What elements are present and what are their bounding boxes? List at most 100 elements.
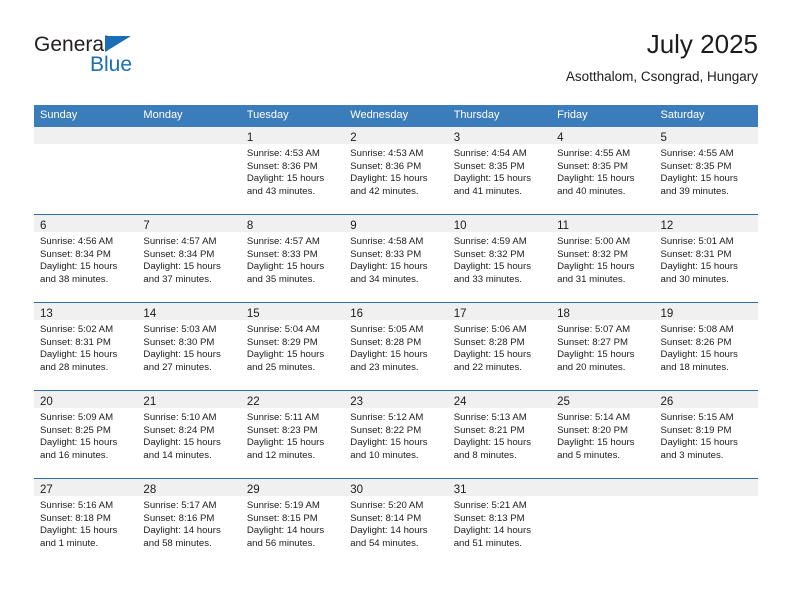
day-number-band: 11 [551, 215, 655, 232]
day-detail-line: Daylight: 15 hours [143, 261, 221, 273]
calendar-day-cell[interactable]: 27 Sunrise: 5:16 AM Sunset: 8:18 PM Dayligh… [34, 478, 138, 566]
day-detail-line: Sunset: 8:28 PM [350, 336, 422, 348]
calendar-day-cell[interactable]: 31 Sunrise: 5:21 AM Sunset: 8:13 PM Dayligh… [447, 478, 552, 566]
calendar-empty-cell [551, 478, 655, 566]
day-detail-line: Sunset: 8:19 PM [660, 424, 732, 436]
day-detail-line: Sunrise: 5:21 AM [453, 500, 527, 511]
calendar-day-cell[interactable]: 17 Sunrise: 5:06 AM Sunset: 8:28 PM Dayligh… [447, 302, 552, 391]
day-detail-line: Daylight: 15 hours [557, 173, 635, 185]
day-detail-block: Sunrise: 4:54 AM Sunset: 8:35 PM Daylight:… [448, 144, 551, 214]
day-number: 25 [557, 396, 570, 408]
day-number-band: 10 [447, 215, 552, 232]
day-detail-line: and 41 minutes. [453, 185, 522, 197]
day-detail-line: Sunrise: 4:58 AM [350, 236, 424, 247]
calendar-day-cell[interactable]: 7 Sunrise: 4:57 AM Sunset: 8:34 PM Daylight… [137, 214, 241, 303]
day-number: 7 [143, 220, 150, 232]
calendar-day-cell[interactable]: 23 Sunrise: 5:12 AM Sunset: 8:22 PM Dayligh… [344, 390, 448, 479]
day-number-band: 25 [551, 391, 655, 408]
day-detail-block: Sunrise: 5:21 AM Sunset: 8:13 PM Daylight:… [448, 496, 551, 566]
calendar-day-cell[interactable]: 28 Sunrise: 5:17 AM Sunset: 8:16 PM Dayligh… [137, 478, 241, 566]
day-number-band: 6 [34, 215, 138, 232]
calendar-day-cell[interactable]: 11 Sunrise: 5:00 AM Sunset: 8:32 PM Dayligh… [551, 214, 655, 303]
day-detail-line: Daylight: 15 hours [350, 173, 428, 185]
day-number: 6 [40, 220, 47, 232]
calendar-day-cell[interactable]: 18 Sunrise: 5:07 AM Sunset: 8:27 PM Dayligh… [551, 302, 655, 391]
day-number-band: 8 [240, 215, 345, 232]
day-detail-line: Sunrise: 4:59 AM [453, 236, 527, 247]
title-block: July 2025 Asotthalom, Csongrad, Hungary [566, 28, 758, 85]
day-detail-line: Daylight: 14 hours [453, 525, 532, 537]
day-detail-line: Daylight: 15 hours [660, 349, 738, 361]
day-detail-line: Sunset: 8:25 PM [40, 424, 111, 436]
day-detail-line: Sunrise: 5:01 AM [660, 236, 734, 247]
calendar-day-cell[interactable]: 6 Sunrise: 4:56 AM Sunset: 8:34 PM Daylight… [34, 214, 138, 303]
day-detail-block: Sunrise: 5:06 AM Sunset: 8:28 PM Daylight:… [448, 320, 551, 390]
day-detail-block: Sunrise: 5:04 AM Sunset: 8:29 PM Daylight:… [241, 320, 344, 390]
calendar-day-cell[interactable]: 21 Sunrise: 5:10 AM Sunset: 8:24 PM Dayligh… [137, 390, 241, 479]
day-detail-line: Sunrise: 5:09 AM [40, 412, 114, 423]
weekday-header-wednesday: Wednesday [344, 105, 448, 127]
day-detail-line: Daylight: 15 hours [40, 349, 118, 361]
calendar-day-cell[interactable]: 12 Sunrise: 5:01 AM Sunset: 8:31 PM Dayligh… [654, 214, 758, 303]
calendar-day-cell[interactable]: 1 Sunrise: 4:53 AM Sunset: 8:36 PM Daylight… [240, 127, 345, 215]
calendar-day-cell[interactable]: 16 Sunrise: 5:05 AM Sunset: 8:28 PM Dayligh… [344, 302, 448, 391]
calendar-day-cell[interactable]: 2 Sunrise: 4:53 AM Sunset: 8:36 PM Daylight… [344, 127, 448, 215]
day-number: 15 [246, 308, 260, 320]
day-number: 29 [246, 484, 260, 496]
day-detail-block: Sunrise: 4:59 AM Sunset: 8:32 PM Daylight:… [448, 232, 551, 302]
calendar-day-cell[interactable]: 14 Sunrise: 5:03 AM Sunset: 8:30 PM Dayligh… [137, 302, 241, 391]
day-detail-line: and 18 minutes. [660, 361, 729, 373]
calendar-day-cell[interactable]: 26 Sunrise: 5:15 AM Sunset: 8:19 PM Dayligh… [654, 390, 758, 479]
day-detail-line: Sunset: 8:21 PM [453, 424, 525, 436]
day-detail-line: and 38 minutes. [40, 273, 109, 285]
calendar-day-cell[interactable]: 8 Sunrise: 4:57 AM Sunset: 8:33 PM Daylight… [240, 214, 345, 303]
day-detail-line: Sunset: 8:20 PM [557, 424, 629, 436]
day-detail-block: Sunrise: 5:08 AM Sunset: 8:26 PM Daylight:… [655, 320, 758, 390]
day-number: 14 [143, 308, 157, 320]
day-number-band: 18 [551, 303, 655, 320]
calendar-day-cell[interactable]: 22 Sunrise: 5:11 AM Sunset: 8:23 PM Dayligh… [240, 390, 345, 479]
day-number-band [34, 127, 138, 144]
calendar-day-cell[interactable]: 25 Sunrise: 5:14 AM Sunset: 8:20 PM Dayligh… [551, 390, 655, 479]
day-detail-block [551, 496, 654, 566]
day-detail-block: Sunrise: 5:16 AM Sunset: 8:18 PM Daylight:… [34, 496, 137, 566]
day-number-band: 5 [654, 127, 758, 144]
day-detail-line: and 16 minutes. [40, 449, 109, 461]
day-detail-line: and 54 minutes. [350, 537, 419, 549]
day-number-band: 31 [447, 479, 552, 496]
day-detail-line: Sunrise: 5:14 AM [557, 412, 631, 423]
day-detail-line: and 12 minutes. [246, 449, 316, 461]
calendar-day-cell[interactable]: 29 Sunrise: 5:19 AM Sunset: 8:15 PM Dayligh… [240, 478, 345, 566]
day-number: 3 [453, 132, 461, 144]
logo-triangle-icon [105, 36, 131, 52]
day-detail-line: Sunset: 8:36 PM [246, 160, 318, 172]
calendar-day-cell[interactable]: 5 Sunrise: 4:55 AM Sunset: 8:35 PM Daylight… [654, 127, 758, 215]
day-detail-line: and 42 minutes. [350, 185, 419, 197]
day-detail-block: Sunrise: 4:57 AM Sunset: 8:34 PM Daylight:… [137, 232, 240, 302]
calendar-day-cell[interactable]: 3 Sunrise: 4:54 AM Sunset: 8:35 PM Daylight… [447, 127, 552, 215]
calendar-day-cell[interactable]: 19 Sunrise: 5:08 AM Sunset: 8:26 PM Dayligh… [654, 302, 758, 391]
day-detail-block: Sunrise: 5:19 AM Sunset: 8:15 PM Daylight:… [241, 496, 344, 566]
day-number: 20 [40, 396, 53, 408]
calendar-empty-cell [34, 127, 138, 215]
day-detail-line: Sunset: 8:36 PM [350, 160, 422, 172]
day-number-band: 4 [551, 127, 655, 144]
day-number: 8 [246, 220, 254, 232]
day-number: 31 [453, 484, 467, 496]
day-detail-block: Sunrise: 4:58 AM Sunset: 8:33 PM Daylight:… [344, 232, 447, 302]
day-detail-line: Daylight: 15 hours [453, 349, 532, 361]
day-number: 23 [350, 396, 364, 408]
logo-text-blue: Blue [90, 53, 133, 76]
calendar-day-cell[interactable]: 20 Sunrise: 5:09 AM Sunset: 8:25 PM Dayligh… [34, 390, 138, 479]
calendar-day-cell[interactable]: 24 Sunrise: 5:13 AM Sunset: 8:21 PM Dayligh… [447, 390, 552, 479]
calendar-day-cell[interactable]: 10 Sunrise: 4:59 AM Sunset: 8:32 PM Dayligh… [447, 214, 552, 303]
calendar-day-cell[interactable]: 30 Sunrise: 5:20 AM Sunset: 8:14 PM Dayligh… [344, 478, 448, 566]
calendar-day-cell[interactable]: 15 Sunrise: 5:04 AM Sunset: 8:29 PM Dayligh… [240, 302, 345, 391]
day-detail-line: Sunrise: 5:02 AM [40, 324, 114, 335]
calendar-day-cell[interactable]: 13 Sunrise: 5:02 AM Sunset: 8:31 PM Dayligh… [34, 302, 138, 391]
day-number-band: 28 [137, 479, 241, 496]
calendar-day-cell[interactable]: 4 Sunrise: 4:55 AM Sunset: 8:35 PM Daylight… [551, 127, 655, 215]
day-number-band: 29 [240, 479, 345, 496]
day-detail-line: Sunrise: 4:57 AM [143, 236, 217, 247]
calendar-day-cell[interactable]: 9 Sunrise: 4:58 AM Sunset: 8:33 PM Daylight… [344, 214, 448, 303]
